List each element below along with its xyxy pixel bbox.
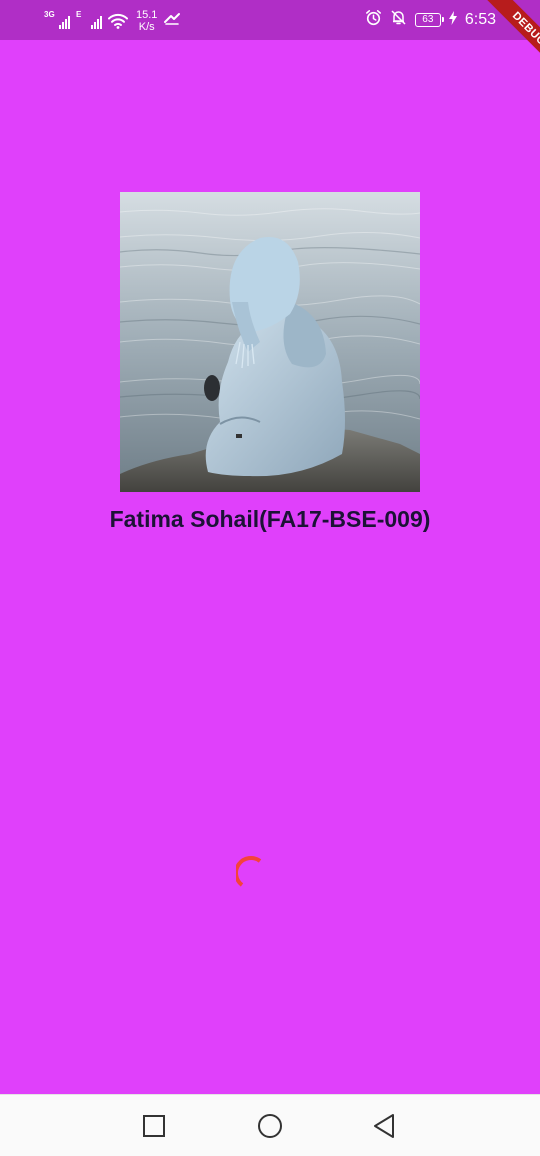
status-bar: 3G E 15.1 K/s 63 6:53	[0, 0, 540, 40]
notifications-off-icon	[390, 9, 407, 31]
loading-spinner	[234, 855, 276, 895]
battery-icon: 63	[414, 13, 444, 27]
network-speed-value: 15.1	[136, 9, 158, 21]
home-button[interactable]	[257, 1113, 283, 1139]
status-bar-right: 63 6:53	[365, 7, 496, 33]
signal-icon: E	[76, 11, 102, 31]
circle-icon	[258, 1114, 282, 1138]
profile-name: Fatima Sohail(FA17-BSE-009)	[109, 506, 431, 532]
network-type-label: 3G	[44, 10, 55, 19]
status-time: 6:53	[464, 11, 496, 28]
signal-icon: 3G	[44, 11, 70, 31]
network-speed-unit: K/s	[138, 21, 155, 33]
alarm-icon	[365, 9, 382, 31]
profile-photo	[120, 192, 420, 492]
square-icon	[143, 1115, 165, 1137]
battery-level: 63	[422, 14, 434, 25]
network-type-label: E	[76, 10, 82, 19]
triangle-back-icon	[374, 1114, 394, 1138]
back-button[interactable]	[371, 1113, 397, 1139]
recent-apps-button[interactable]	[141, 1113, 167, 1139]
wifi-icon	[108, 13, 128, 29]
navigation-bar	[0, 1094, 540, 1156]
charging-icon	[448, 10, 457, 30]
status-bar-left: 3G E 15.1 K/s	[44, 8, 181, 34]
network-speed: 15.1 K/s	[136, 9, 157, 33]
data-saver-icon	[163, 12, 181, 31]
